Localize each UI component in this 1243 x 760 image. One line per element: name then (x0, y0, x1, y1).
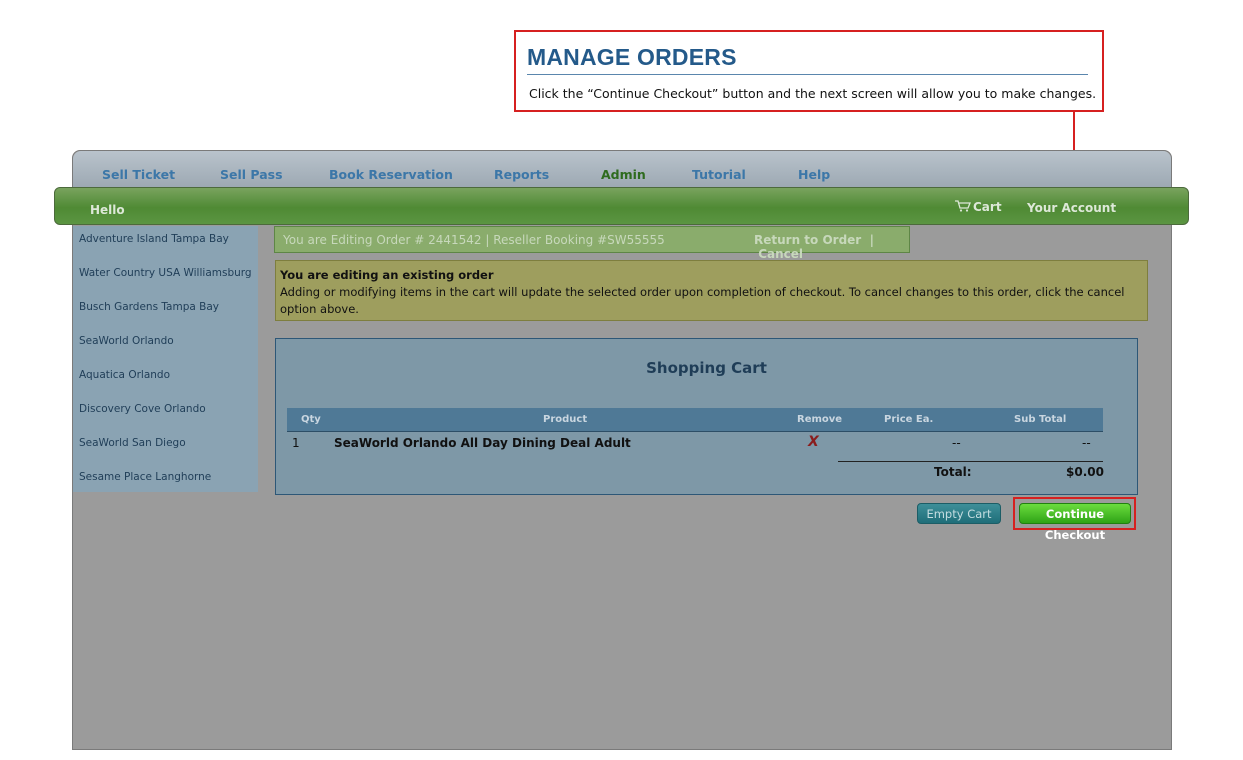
empty-cart-button[interactable]: Empty Cart (917, 503, 1001, 524)
sidebar-item-sesame-place[interactable]: Sesame Place Langhorne (79, 471, 211, 483)
row-price: -- (952, 436, 961, 450)
editing-notice: You are editing an existing order Adding… (275, 260, 1148, 321)
cart-title: Shopping Cart (646, 359, 767, 377)
total-value: $0.00 (1066, 465, 1104, 479)
checkout-highlight-box (1013, 497, 1136, 530)
cart-icon (955, 200, 971, 215)
edit-links: Return to Order | Cancel (754, 233, 909, 261)
cart-link[interactable]: Cart (955, 200, 1002, 215)
nav-book-reservation[interactable]: Book Reservation (329, 167, 453, 182)
cart-label: Cart (973, 200, 1002, 214)
cart-table-header: Qty Product Remove Price Ea. Sub Total (287, 408, 1103, 432)
callout-divider (527, 74, 1088, 75)
sidebar-item-aquatica-orlando[interactable]: Aquatica Orlando (79, 369, 170, 381)
greeting: Hello (90, 203, 125, 217)
sidebar-item-seaworld-orlando[interactable]: SeaWorld Orlando (79, 335, 174, 347)
column-remove: Remove (797, 414, 843, 425)
total-label: Total: (934, 465, 972, 479)
top-nav: Sell Ticket Sell Pass Book Reservation R… (73, 151, 1171, 191)
nav-help[interactable]: Help (798, 167, 830, 182)
notice-title: You are editing an existing order (280, 268, 494, 282)
row-subtotal: -- (1082, 436, 1091, 450)
cancel-edit-link[interactable]: Cancel (758, 247, 803, 261)
sidebar-item-seaworld-san-diego[interactable]: SeaWorld San Diego (79, 437, 186, 449)
link-separator: | (869, 233, 874, 247)
return-to-order-link[interactable]: Return to Order (754, 233, 861, 247)
total-divider (838, 461, 1103, 462)
column-price: Price Ea. (884, 414, 934, 425)
sidebar-item-adventure-island[interactable]: Adventure Island Tampa Bay (79, 233, 229, 245)
shopping-cart-panel: Shopping Cart Qty Product Remove Price E… (275, 338, 1138, 495)
notice-body: Adding or modifying items in the cart wi… (280, 285, 1125, 316)
nav-admin[interactable]: Admin (601, 167, 646, 182)
callout-text: Click the “Continue Checkout” button and… (529, 86, 1097, 101)
nav-sell-ticket[interactable]: Sell Ticket (102, 167, 175, 182)
nav-tutorial[interactable]: Tutorial (692, 167, 746, 182)
nav-sell-pass[interactable]: Sell Pass (220, 167, 283, 182)
column-subtotal: Sub Total (1014, 414, 1067, 425)
callout-box: MANAGE ORDERS Click the “Continue Checko… (514, 30, 1104, 112)
remove-item-icon[interactable]: X (808, 434, 819, 450)
sidebar-item-water-country[interactable]: Water Country USA Williamsburg (79, 267, 252, 279)
editing-order-text: You are Editing Order # 2441542 | Resell… (283, 233, 665, 247)
nav-reports[interactable]: Reports (494, 167, 549, 182)
row-qty: 1 (292, 436, 300, 450)
your-account-link[interactable]: Your Account (1027, 201, 1116, 215)
column-product: Product (543, 414, 588, 425)
column-qty: Qty (301, 414, 321, 425)
row-product: SeaWorld Orlando All Day Dining Deal Adu… (334, 436, 631, 450)
sidebar-item-busch-gardens[interactable]: Busch Gardens Tampa Bay (79, 301, 219, 313)
park-sidebar: Adventure Island Tampa Bay Water Country… (73, 226, 258, 492)
sidebar-item-discovery-cove[interactable]: Discovery Cove Orlando (79, 403, 206, 415)
editing-order-bar: You are Editing Order # 2441542 | Resell… (274, 226, 910, 261)
header-bar: Hello Cart Your Account (54, 187, 1189, 225)
callout-title: MANAGE ORDERS (527, 44, 737, 70)
